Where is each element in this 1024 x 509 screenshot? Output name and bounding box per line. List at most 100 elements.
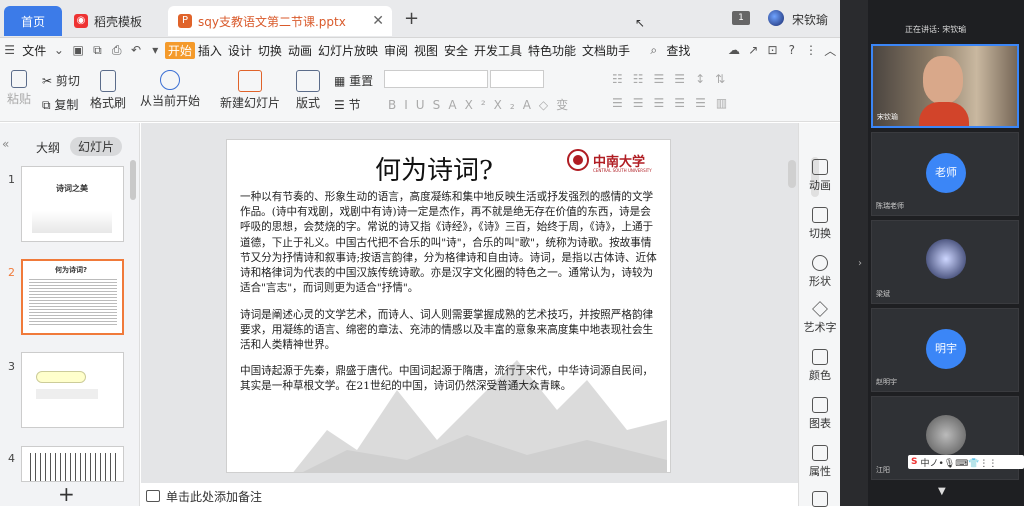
line-spacing-icon[interactable]: ↕	[695, 72, 715, 86]
customize-icon[interactable]: ▾	[149, 43, 162, 57]
subscript-button[interactable]: X₂	[494, 98, 523, 112]
print-icon[interactable]: ⎙	[110, 43, 123, 58]
columns-icon[interactable]: ▥	[716, 96, 737, 110]
superscript-button[interactable]: X²	[465, 98, 494, 112]
more-tool[interactable]	[799, 491, 841, 509]
numbered-list-icon[interactable]: ☷	[633, 72, 654, 86]
collab-icon[interactable]: ⊡	[766, 43, 779, 57]
play-from-current-button[interactable]: 从当前开始	[138, 70, 202, 109]
distribute-icon[interactable]: ☰	[695, 96, 716, 110]
cut-button[interactable]: ✂ 剪切	[42, 72, 80, 89]
clear-format-button[interactable]: ◇	[539, 98, 556, 112]
export-icon[interactable]: ⧉	[91, 43, 104, 58]
reset-button[interactable]: ▦ 重置	[334, 72, 373, 89]
hamburger-icon[interactable]: ☰	[3, 43, 16, 57]
section-button[interactable]: ☰ 节	[334, 96, 361, 113]
collapse-panel-icon[interactable]: «	[2, 137, 9, 151]
chart-tool[interactable]: 图表	[799, 397, 841, 431]
align-left-icon[interactable]: ☰	[612, 96, 633, 110]
search-button[interactable]: 查找	[663, 42, 693, 59]
align-center-icon[interactable]: ☰	[633, 96, 654, 110]
menu-developer[interactable]: 开发工具	[471, 42, 525, 59]
tab-home[interactable]: 首页	[4, 6, 62, 36]
help-icon[interactable]: ?	[785, 43, 798, 57]
menu-file[interactable]: 文件	[19, 42, 49, 59]
text-shadow-button[interactable]: A	[448, 98, 464, 112]
outdent-icon[interactable]: ☰	[674, 72, 695, 86]
search-icon[interactable]: ⌕	[647, 43, 660, 58]
reset-icon: ▦	[334, 74, 350, 88]
canvas-scrollbar[interactable]	[788, 160, 796, 188]
chevron-down-icon[interactable]: ▼	[938, 486, 946, 497]
menu-security[interactable]: 安全	[441, 42, 471, 59]
tab-outline[interactable]: 大纲	[36, 139, 60, 156]
close-icon[interactable]: ✕	[372, 13, 384, 29]
bold-button[interactable]: B	[388, 98, 404, 112]
undo-icon[interactable]: ↶	[129, 43, 142, 57]
justify-icon[interactable]: ☰	[674, 96, 695, 110]
participant-video-self[interactable]: 宋钦瑜	[871, 44, 1019, 128]
paragraph-3: 中国诗起源于先秦，鼎盛于唐代。中国词起源于隋唐，流行于宋代，中华诗词源自民间，其…	[240, 365, 654, 393]
text-direction-icon[interactable]: ⇅	[715, 72, 735, 86]
wordart-tool[interactable]: 艺术字	[799, 301, 841, 335]
collapse-ribbon-icon[interactable]: ︿	[824, 42, 837, 59]
shape-tool[interactable]: 形状	[799, 255, 841, 289]
copy-button[interactable]: ⧉ 复制	[42, 96, 78, 113]
chevron-down-icon[interactable]: ⌄	[52, 43, 65, 57]
slide-thumbnail-4[interactable]	[21, 446, 124, 482]
slide-thumbnail-2[interactable]: 何为诗词?	[21, 259, 124, 335]
menu-view[interactable]: 视图	[411, 42, 441, 59]
slide-thumbnail-1[interactable]: 诗词之美	[21, 166, 124, 242]
share-icon[interactable]: ↗	[747, 43, 760, 57]
menu-design[interactable]: 设计	[225, 42, 255, 59]
strikethrough-button[interactable]: S	[433, 98, 449, 112]
menu-transition[interactable]: 切换	[255, 42, 285, 59]
transition-tool[interactable]: 切换	[799, 207, 841, 241]
slide[interactable]: 何为诗词? 中南大学 CENTRAL SOUTH UNIVERSITY 一种以有…	[226, 139, 671, 473]
format-painter-button[interactable]: 格式刷	[88, 70, 128, 111]
ime-toolbar[interactable]: S 中ノ•🎙⌨👕⋮⋮	[908, 455, 1024, 469]
change-case-button[interactable]: 变	[556, 98, 576, 112]
menu-doc-assistant[interactable]: 文档助手	[579, 42, 633, 59]
tab-file[interactable]: Psqy支教语文第二节课.pptx ✕	[168, 6, 392, 36]
layout-button[interactable]: 版式	[290, 70, 326, 111]
more-icon[interactable]: ⋮	[804, 43, 817, 57]
save-icon[interactable]: ▣	[72, 43, 85, 57]
menu-features[interactable]: 特色功能	[525, 42, 579, 59]
font-name-select[interactable]	[384, 70, 488, 88]
participant-tile[interactable]: 梁斌	[871, 220, 1019, 304]
font-size-select[interactable]	[490, 70, 544, 88]
participant-tile[interactable]: 老师 陈瑞老师	[871, 132, 1019, 216]
notes-placeholder[interactable]: 单击此处添加备注	[166, 488, 262, 505]
tab-template[interactable]: ◉ 稻壳模板	[64, 6, 162, 36]
menu-start[interactable]: 开始	[164, 41, 195, 59]
video-shirt	[919, 102, 969, 126]
add-slide-icon[interactable]: +	[58, 482, 75, 506]
avatar[interactable]	[768, 10, 784, 26]
underline-button[interactable]: U	[416, 98, 433, 112]
indent-icon[interactable]: ☰	[654, 72, 675, 86]
chevron-right-icon[interactable]: ›	[858, 258, 862, 269]
italic-button[interactable]: I	[404, 98, 416, 112]
color-tool[interactable]: 颜色	[799, 349, 841, 383]
participant-tile[interactable]: 明宇 赵明宇	[871, 308, 1019, 392]
user-name[interactable]: 宋钦瑜	[792, 11, 828, 28]
menu-slideshow[interactable]: 幻灯片放映	[315, 42, 381, 59]
window-count-badge[interactable]: 1	[732, 11, 750, 25]
tab-slides[interactable]: 幻灯片	[70, 137, 123, 156]
align-right-icon[interactable]: ☰	[654, 96, 675, 110]
meeting-collapse-strip[interactable]	[840, 0, 868, 506]
menu-insert[interactable]: 插入	[195, 42, 225, 59]
thumbnail-scrollbar[interactable]	[130, 160, 136, 200]
font-color-button[interactable]: A	[523, 98, 539, 112]
new-slide-button[interactable]: 新建幻灯片	[218, 70, 282, 111]
paste-button[interactable]: 粘贴	[4, 70, 34, 107]
bullet-list-icon[interactable]: ☷	[612, 72, 633, 86]
slide-thumbnail-3[interactable]	[21, 352, 124, 428]
menu-review[interactable]: 审阅	[381, 42, 411, 59]
menu-animation[interactable]: 动画	[285, 42, 315, 59]
cloud-icon[interactable]: ☁	[727, 43, 740, 57]
animation-tool[interactable]: 动画	[799, 159, 841, 193]
properties-tool[interactable]: 属性	[799, 445, 841, 479]
add-tab-icon[interactable]: +	[404, 8, 419, 29]
